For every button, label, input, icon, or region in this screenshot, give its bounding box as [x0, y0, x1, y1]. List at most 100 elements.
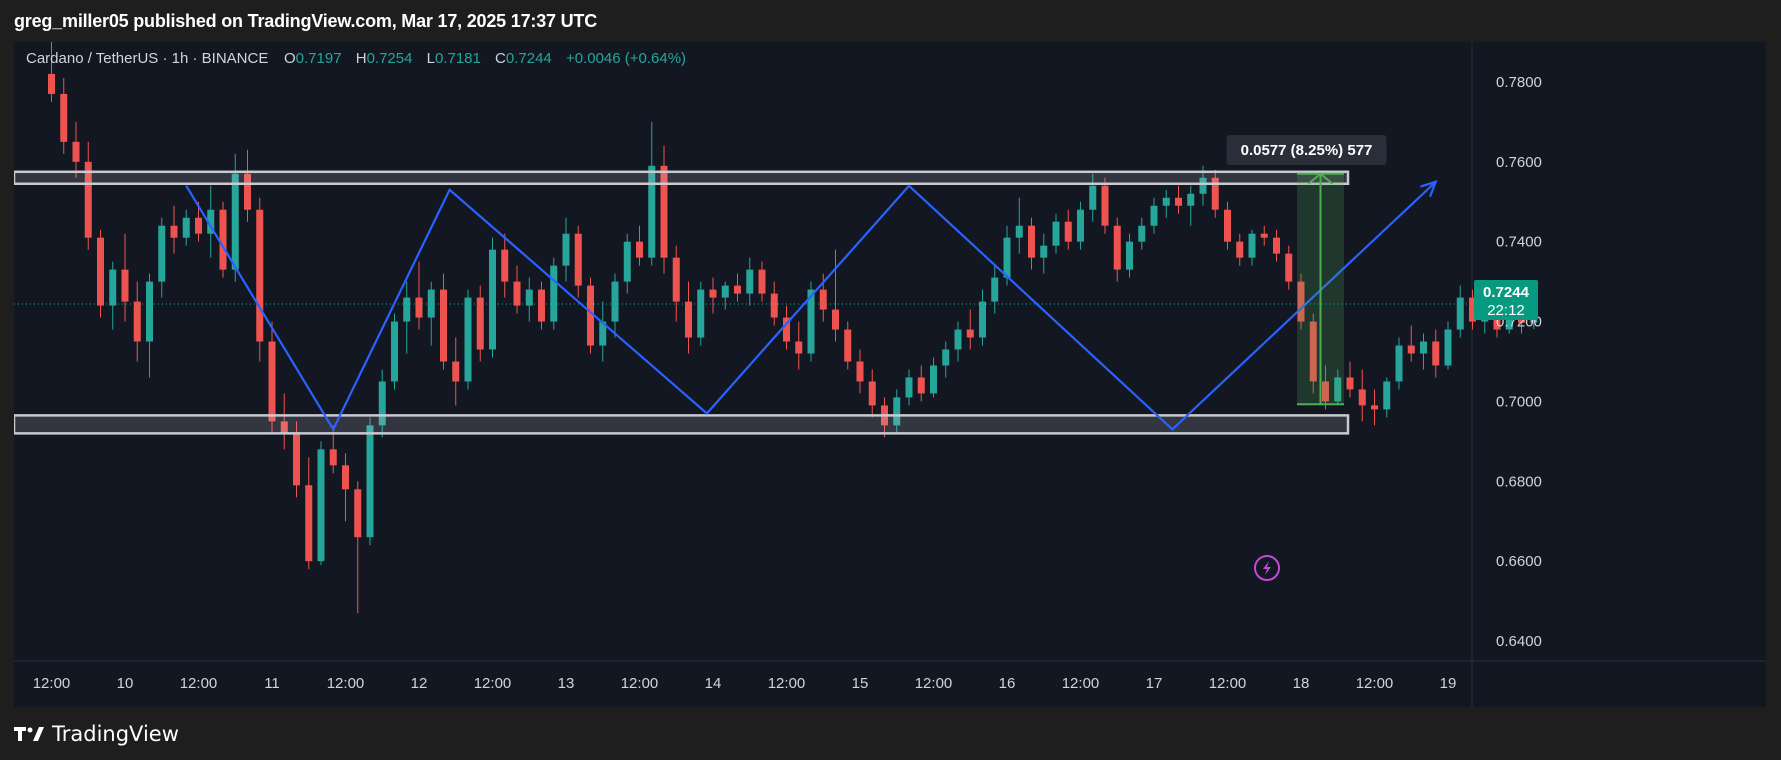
candle-body — [391, 321, 398, 382]
time-tick-label: 17 — [1146, 675, 1163, 692]
candle-body — [1028, 225, 1035, 258]
candle-body — [623, 241, 631, 282]
candle-body — [562, 233, 570, 266]
candle-body — [697, 289, 705, 338]
lightning-icon[interactable] — [1254, 555, 1280, 581]
time-tick-label: 18 — [1293, 675, 1310, 692]
candle-body — [844, 329, 852, 362]
legend-low-value: 0.7181 — [435, 50, 481, 67]
time-tick-label: 16 — [999, 675, 1016, 692]
candle-body — [1346, 377, 1354, 390]
candle-body — [452, 361, 460, 382]
candle-body — [60, 93, 68, 142]
candle-body — [672, 257, 680, 302]
candle-body — [819, 289, 827, 310]
legend-close-value: 0.7244 — [506, 50, 552, 67]
time-tick-label: 12:00 — [621, 675, 659, 692]
candle-body — [1383, 381, 1391, 410]
legend-close-label: C — [495, 50, 506, 67]
candle-body — [146, 281, 153, 342]
price-axis[interactable]: 0.78000.76000.74000.72000.70000.68000.66… — [1496, 74, 1542, 650]
legend-symbol[interactable]: Cardano / TetherUS · 1h · BINANCE — [26, 50, 268, 67]
time-tick-label: 19 — [1440, 675, 1457, 692]
candle-body — [329, 449, 337, 466]
candle-body — [1003, 237, 1011, 278]
time-tick-label: 12 — [411, 675, 428, 692]
time-tick-label: 12:00 — [33, 675, 71, 692]
candle-body — [942, 349, 950, 366]
candlestick-chart[interactable]: 0.0577 (8.25%) 577 0.7800 0.7600 0.7400 0.7… — [14, 42, 1766, 707]
candle-body — [121, 269, 129, 302]
tradingview-brand: TradingView — [52, 722, 179, 746]
candle-body — [1224, 209, 1231, 242]
time-tick-label: 12:00 — [327, 675, 365, 692]
candle-body — [770, 293, 778, 318]
tradingview-logo-icon — [14, 727, 44, 741]
time-tick-label: 12:00 — [915, 675, 953, 692]
candle-body — [917, 377, 925, 394]
candle-body — [856, 361, 864, 382]
candle-body — [170, 225, 178, 238]
price-tick-label: 0.7000 — [1496, 393, 1542, 410]
time-tick-label: 10 — [117, 675, 134, 692]
candle-body — [734, 285, 741, 294]
candle-body — [966, 329, 974, 338]
candle-body — [685, 301, 692, 338]
candle-body — [636, 241, 643, 258]
candle-body — [954, 329, 962, 350]
candle-body — [979, 301, 986, 338]
candle-body — [1432, 341, 1440, 366]
price-tick-label: 0.7400 — [1496, 234, 1542, 251]
time-tick-label: 12:00 — [474, 675, 512, 692]
candle-body — [1236, 241, 1244, 258]
candle-body — [1420, 341, 1427, 354]
candle-body — [1052, 221, 1060, 246]
legend-low-label: L — [427, 50, 435, 67]
price-badge-countdown: 22:12 — [1487, 302, 1525, 319]
time-axis[interactable]: 12:00 10 12:00 11 12:00 12 12:00 13 12:00 14 12:00… — [33, 675, 1457, 692]
candle-body — [366, 425, 374, 538]
candle-body — [427, 289, 435, 318]
candle-body — [574, 233, 582, 286]
candle-body — [464, 297, 472, 382]
candle-body — [746, 269, 754, 294]
tradingview-logo[interactable]: TradingView — [14, 722, 179, 746]
candle-body — [611, 281, 619, 322]
current-price-badge: 0.7244 22:12 — [1474, 280, 1538, 320]
footer-bar — [0, 707, 1781, 760]
candle-body — [1126, 241, 1133, 270]
candle-body — [1064, 221, 1072, 242]
legend-high-value: 0.7254 — [367, 50, 413, 67]
candle-body — [1358, 389, 1366, 406]
candle-body — [403, 297, 411, 322]
candle-body — [256, 209, 264, 342]
candle-body — [758, 269, 766, 294]
candle-body — [305, 485, 313, 562]
candle-body — [1162, 197, 1170, 206]
candle-body — [930, 365, 937, 394]
price-tick-label: 0.6600 — [1496, 553, 1542, 570]
candle-body — [342, 465, 349, 490]
candle-body — [1273, 237, 1280, 254]
candle-body — [1089, 185, 1097, 210]
candle-body — [1285, 253, 1293, 282]
candle-body — [133, 301, 141, 342]
candle-body — [182, 217, 190, 238]
candle-body — [1015, 225, 1023, 238]
price-tick-label: 0.7800 — [1496, 74, 1542, 91]
candle-body — [1113, 225, 1121, 270]
candle-body — [293, 433, 300, 486]
time-tick-label: 13 — [558, 675, 575, 692]
candle-body — [415, 297, 423, 318]
legend-change: +0.0046 (+0.64%) — [566, 50, 686, 67]
candle-body — [317, 449, 325, 562]
price-tick-label: 0.6400 — [1496, 633, 1542, 650]
candle-body — [709, 289, 717, 298]
candle-body — [1371, 405, 1378, 410]
price-badge-price: 0.7244 — [1483, 284, 1530, 301]
candle-body — [905, 377, 913, 398]
time-tick-label: 14 — [705, 675, 722, 692]
legend-open-label: O — [284, 50, 296, 67]
candle-body — [795, 341, 803, 354]
candle-body — [1260, 233, 1268, 238]
